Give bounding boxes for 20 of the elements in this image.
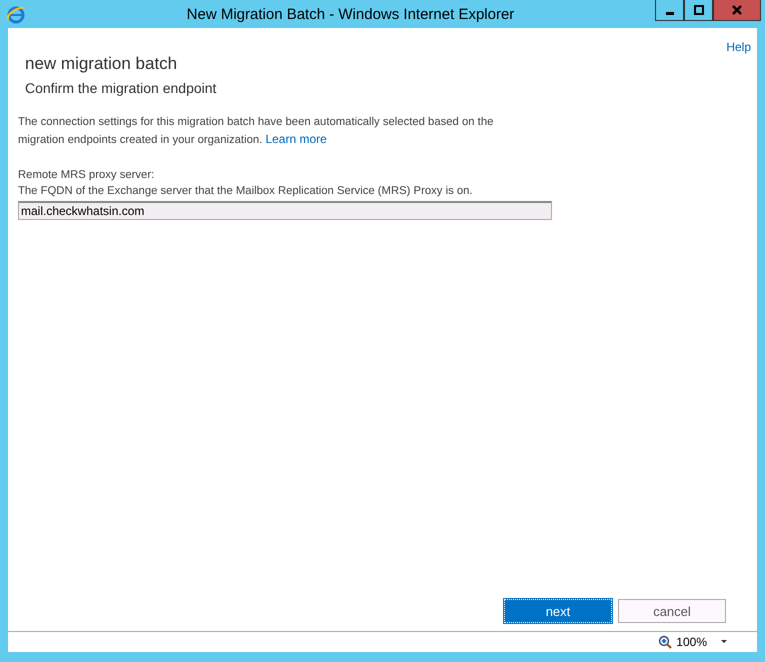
zoom-icon — [658, 635, 672, 649]
field-hint: The FQDN of the Exchange server that the Mailbox Replication Service (MRS) Proxy is on. — [18, 185, 473, 197]
page-subheading: Confirm the migration endpoint — [25, 80, 218, 96]
field-label: Remote MRS proxy server: — [18, 169, 154, 181]
close-icon — [731, 5, 743, 15]
next-button[interactable]: next — [504, 599, 612, 623]
browser-logo-icon — [6, 4, 26, 24]
cancel-button[interactable]: cancel — [618, 599, 726, 623]
maximize-icon — [694, 5, 704, 15]
description-text: The connection settings for this migration batch have been automatically selected based on the migration endpoints created in your organization. Learn more — [18, 115, 494, 148]
minimize-button[interactable] — [655, 0, 684, 21]
maximize-button[interactable] — [684, 0, 713, 21]
proxy-server-field[interactable]: mail.checkwhatsin.com — [18, 201, 552, 220]
page-heading: new migration batch — [25, 54, 178, 74]
help-link[interactable]: Help — [726, 40, 751, 54]
window-title: New Migration Batch - Windows Internet Explorer — [186, 6, 516, 22]
learn-more-link[interactable]: Learn more — [265, 132, 327, 146]
close-button[interactable] — [713, 0, 761, 21]
minimize-icon — [666, 12, 674, 15]
zoom-level[interactable]: 100% — [676, 635, 707, 649]
